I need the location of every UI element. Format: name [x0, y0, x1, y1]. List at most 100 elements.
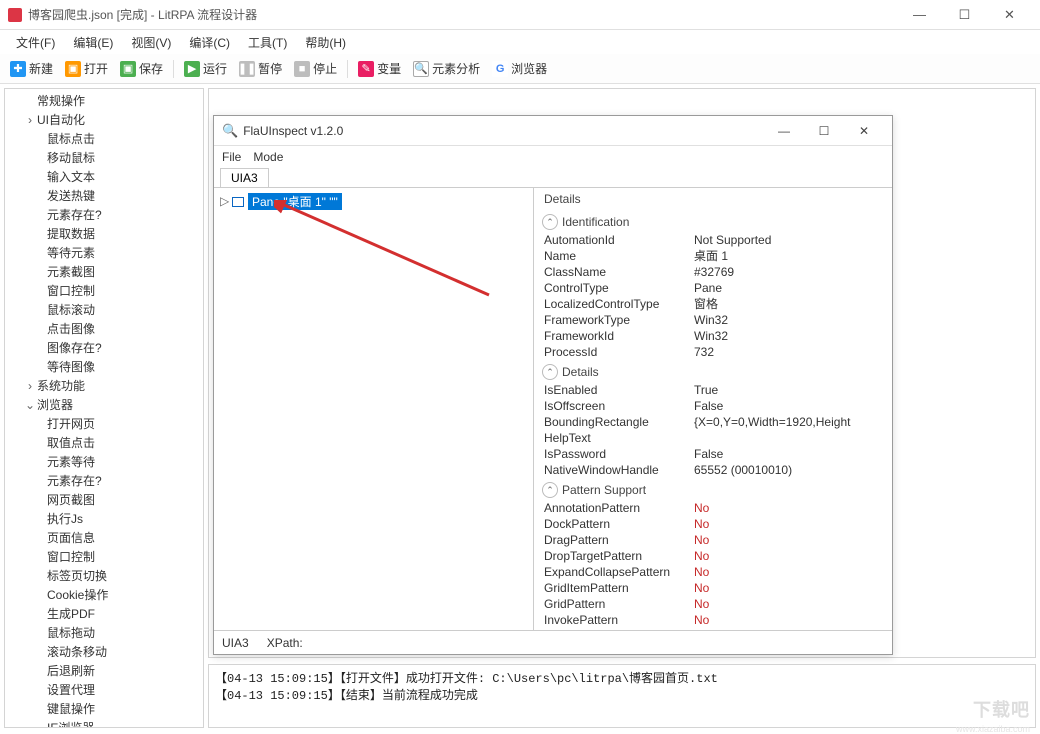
tree-item-label: UI自动化 [37, 113, 85, 127]
flau-tabbar: UIA3 [214, 168, 892, 188]
property-key: NativeWindowHandle [544, 462, 694, 478]
stop-button[interactable]: ■停止 [290, 58, 341, 79]
tree-item[interactable]: 执行Js [7, 509, 201, 528]
section-header[interactable]: ⌃Details [542, 364, 884, 380]
tree-item[interactable]: 键鼠操作 [7, 699, 201, 718]
tree-item[interactable]: 生成PDF [7, 604, 201, 623]
property-row: LocalizedControlType窗格 [542, 296, 884, 312]
maximize-button[interactable]: ☐ [942, 1, 987, 29]
open-button[interactable]: ▣打开 [61, 58, 112, 79]
property-row: AnnotationPatternNo [542, 500, 884, 516]
chevron-up-icon[interactable]: ⌃ [542, 214, 558, 230]
chevron-up-icon[interactable]: ⌃ [542, 482, 558, 498]
tree-node-selected[interactable]: Pane "桌面 1" "" [248, 193, 342, 210]
tree-item[interactable]: 元素存在? [7, 471, 201, 490]
tree-item[interactable]: 图像存在? [7, 338, 201, 357]
tree-item[interactable]: 页面信息 [7, 528, 201, 547]
new-button[interactable]: ✚新建 [6, 58, 57, 79]
tree-item[interactable]: 元素截图 [7, 262, 201, 281]
menu-file[interactable]: 文件(F) [8, 32, 63, 53]
flau-tab-uia3[interactable]: UIA3 [220, 168, 269, 187]
tree-item[interactable]: 提取数据 [7, 224, 201, 243]
property-key: IsPassword [544, 446, 694, 462]
menu-edit[interactable]: 编辑(E) [65, 32, 121, 53]
tree-item[interactable]: ⌄浏览器 [7, 395, 201, 414]
property-row: DropTargetPatternNo [542, 548, 884, 564]
tree-item-label: 窗口控制 [47, 284, 95, 298]
tree-item[interactable]: 输入文本 [7, 167, 201, 186]
flau-menu-mode[interactable]: Mode [253, 150, 283, 164]
menu-help[interactable]: 帮助(H) [297, 32, 354, 53]
tree-item[interactable]: 窗口控制 [7, 547, 201, 566]
tree-item-label: 网页截图 [47, 493, 95, 507]
tree-item[interactable]: 后退刷新 [7, 661, 201, 680]
details-header: Details [542, 190, 884, 210]
tree-item-label: 系统功能 [37, 379, 85, 393]
property-row: InvokePatternNo [542, 612, 884, 628]
property-value: 窗格 [694, 296, 718, 312]
browser-button[interactable]: G浏览器 [488, 58, 551, 79]
flau-element-tree[interactable]: ▷ Pane "桌面 1" "" [214, 188, 534, 630]
tree-item[interactable]: 元素等待 [7, 452, 201, 471]
flau-details-pane[interactable]: Details ⌃IdentificationAutomationIdNot S… [534, 188, 892, 630]
activity-tree[interactable]: 常规操作›UI自动化鼠标点击移动鼠标输入文本发送热键元素存在?提取数据等待元素元… [4, 88, 204, 728]
tree-item[interactable]: 元素存在? [7, 205, 201, 224]
flau-titlebar[interactable]: 🔍 FlaUInspect v1.2.0 — ☐ ✕ [214, 116, 892, 146]
section-header[interactable]: ⌃Pattern Support [542, 482, 884, 498]
designer-canvas[interactable]: 🔍 FlaUInspect v1.2.0 — ☐ ✕ File Mode UIA… [208, 88, 1036, 658]
flau-menu-file[interactable]: File [222, 150, 241, 164]
tree-item[interactable]: 网页截图 [7, 490, 201, 509]
tree-item[interactable]: 鼠标点击 [7, 129, 201, 148]
tree-item[interactable]: ›UI自动化 [7, 110, 201, 129]
property-row: Name桌面 1 [542, 248, 884, 264]
tree-item[interactable]: 窗口控制 [7, 281, 201, 300]
pause-button[interactable]: ❚❚暂停 [235, 58, 286, 79]
tree-item[interactable]: 滚动条移动 [7, 642, 201, 661]
tree-item[interactable]: 发送热键 [7, 186, 201, 205]
tree-item[interactable]: 取值点击 [7, 433, 201, 452]
inspect-label: 元素分析 [432, 60, 480, 77]
menu-view[interactable]: 视图(V) [123, 32, 179, 53]
tree-row-root[interactable]: ▷ Pane "桌面 1" "" [218, 192, 529, 211]
tree-item[interactable]: Cookie操作 [7, 585, 201, 604]
tree-item[interactable]: 点击图像 [7, 319, 201, 338]
tree-item[interactable]: 打开网页 [7, 414, 201, 433]
tree-item-label: 生成PDF [47, 607, 95, 621]
inspect-button[interactable]: 🔍元素分析 [409, 58, 484, 79]
tree-item[interactable]: 移动鼠标 [7, 148, 201, 167]
tree-item[interactable]: 鼠标滚动 [7, 300, 201, 319]
minimize-button[interactable]: — [897, 1, 942, 29]
section-title: Identification [562, 215, 629, 229]
tree-item[interactable]: 等待元素 [7, 243, 201, 262]
property-row: BoundingRectangle{X=0,Y=0,Width=1920,Hei… [542, 414, 884, 430]
tree-item[interactable]: 等待图像 [7, 357, 201, 376]
property-key: GridPattern [544, 596, 694, 612]
property-key: ClassName [544, 264, 694, 280]
tree-item-label: 取值点击 [47, 436, 95, 450]
tree-item[interactable]: 设置代理 [7, 680, 201, 699]
section-header[interactable]: ⌃ Identification [542, 214, 884, 230]
tree-item[interactable]: 标签页切换 [7, 566, 201, 585]
tree-item[interactable]: 鼠标拖动 [7, 623, 201, 642]
tree-item[interactable]: ›系统功能 [7, 376, 201, 395]
close-button[interactable]: ✕ [987, 1, 1032, 29]
chevron-right-icon[interactable]: › [25, 114, 35, 128]
tree-item[interactable]: 常规操作 [7, 91, 201, 110]
flau-close-button[interactable]: ✕ [844, 119, 884, 143]
save-icon: ▣ [120, 61, 136, 77]
chevron-right-icon[interactable]: ▷ [220, 194, 230, 209]
run-button[interactable]: ▶运行 [180, 58, 231, 79]
tree-item[interactable]: IE浏览器 [7, 718, 201, 728]
output-log[interactable]: 【04-13 15:09:15】【打开文件】成功打开文件: C:\Users\p… [208, 664, 1036, 728]
flau-maximize-button[interactable]: ☐ [804, 119, 844, 143]
vars-button[interactable]: ✎变量 [354, 58, 405, 79]
save-button[interactable]: ▣保存 [116, 58, 167, 79]
flau-minimize-button[interactable]: — [764, 119, 804, 143]
property-row: ClassName#32769 [542, 264, 884, 280]
tree-item-label: 发送热键 [47, 189, 95, 203]
menu-compile[interactable]: 编译(C) [181, 32, 238, 53]
chevron-right-icon[interactable]: › [25, 380, 35, 394]
chevron-down-icon[interactable]: ⌄ [25, 398, 35, 413]
chevron-up-icon[interactable]: ⌃ [542, 364, 558, 380]
menu-tools[interactable]: 工具(T) [240, 32, 295, 53]
